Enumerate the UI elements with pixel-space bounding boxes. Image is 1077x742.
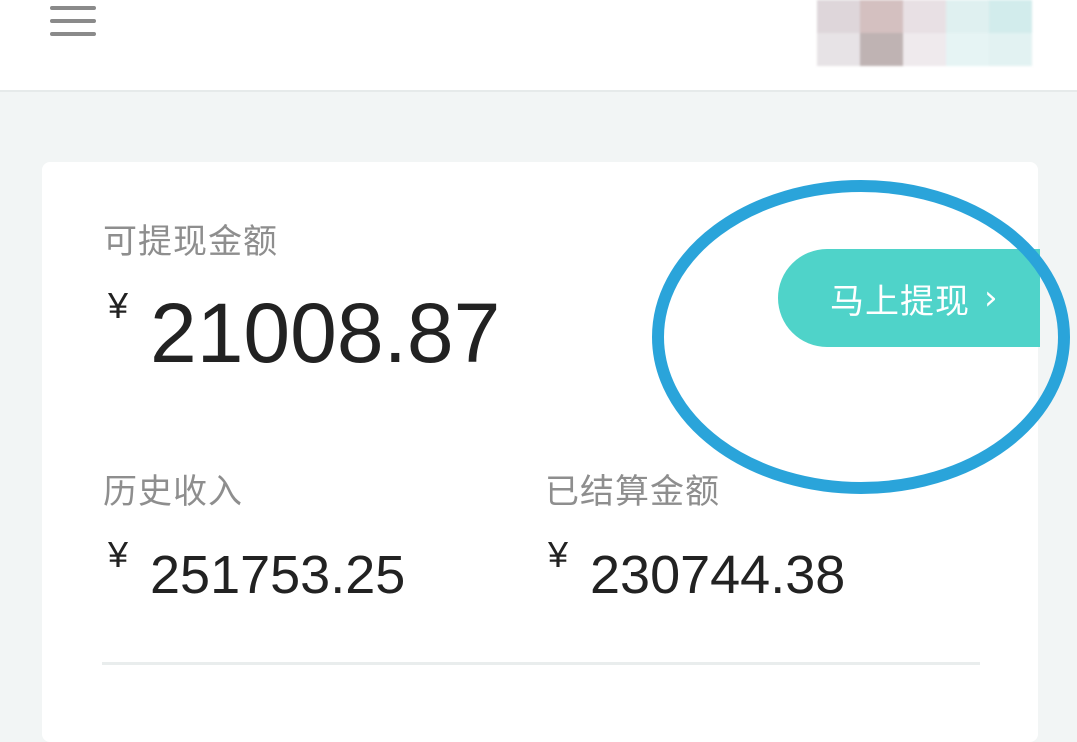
top-bar — [0, 0, 1077, 92]
history-income-label: 历史收入 — [103, 472, 243, 512]
withdraw-button-label: 马上提现 — [830, 281, 970, 322]
divider — [102, 662, 980, 665]
settled-amount: ¥ 230744.38 — [548, 534, 888, 614]
chevron-right-icon: › — [984, 278, 999, 318]
settled-amount-label: 已结算金额 — [545, 472, 720, 512]
hamburger-menu-icon[interactable] — [50, 0, 96, 40]
settled-amount-value: 230744.38 — [590, 545, 846, 605]
currency-symbol: ¥ — [108, 285, 129, 326]
withdraw-now-button[interactable]: 马上提现 › — [778, 249, 1040, 347]
withdrawable-label: 可提现金额 — [103, 222, 278, 262]
avatar[interactable] — [817, 0, 1032, 66]
withdrawable-amount: ¥ 21008.87 — [108, 285, 568, 385]
withdrawable-value: 21008.87 — [150, 286, 501, 380]
currency-symbol: ¥ — [548, 534, 569, 575]
currency-symbol: ¥ — [108, 534, 129, 575]
history-income-value: 251753.25 — [150, 545, 406, 605]
history-income-amount: ¥ 251753.25 — [108, 534, 448, 614]
